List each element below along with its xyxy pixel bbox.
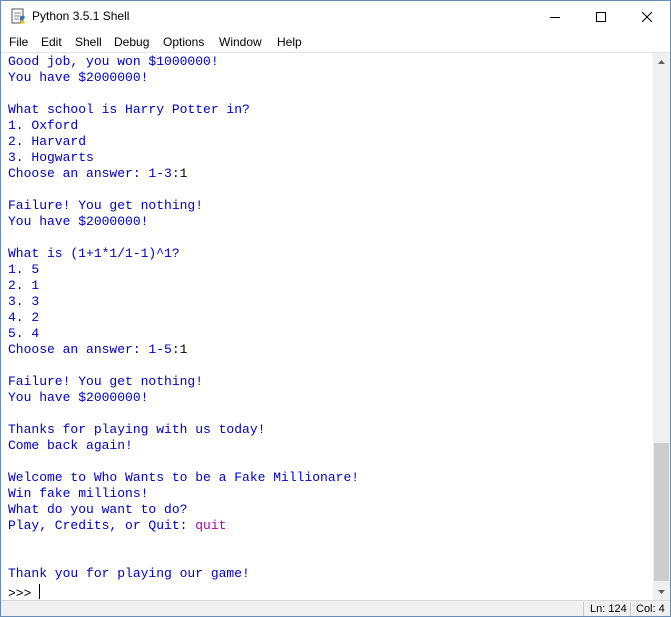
console-line: Come back again!	[8, 438, 133, 454]
console-line: Failure! You get nothing!	[8, 374, 203, 390]
console-line: 3. Hogwarts	[8, 150, 94, 166]
output-text: You have $2000000!	[8, 70, 149, 85]
user-input-text: 1	[179, 342, 188, 357]
output-text: 3. Hogwarts	[8, 150, 94, 165]
maximize-button[interactable]	[578, 1, 624, 32]
output-text: 2. Harvard	[8, 134, 87, 149]
scroll-up-button[interactable]	[653, 53, 670, 70]
console-line: What is (1+1*1/1-1)^1?	[8, 246, 180, 262]
status-bar: Ln: 124 Col: 4	[1, 600, 670, 616]
maximize-icon	[596, 11, 606, 22]
menu-file[interactable]: File	[9, 34, 28, 50]
console-line: You have $2000000!	[8, 390, 148, 406]
status-divider	[583, 602, 584, 616]
menu-window[interactable]: Window	[219, 34, 262, 50]
minimize-button[interactable]	[532, 1, 578, 32]
shell-prompt: >>>	[8, 586, 40, 600]
console-line: 2. 1	[8, 278, 39, 294]
output-text: 5. 4	[8, 326, 40, 341]
output-text: What do you want to do?	[8, 502, 188, 517]
prompt-line[interactable]: >>>	[8, 582, 41, 600]
menu-shell[interactable]: Shell	[75, 34, 102, 50]
output-text: 1. 5	[8, 262, 40, 277]
close-icon	[642, 11, 652, 22]
console-line: Play, Credits, or Quit: quit	[8, 518, 226, 534]
menu-help[interactable]: Help	[277, 34, 302, 50]
output-text: Thank you for playing our game!	[8, 566, 250, 581]
text-cursor	[39, 584, 41, 599]
output-text: Good job, you won $1000000!	[8, 54, 219, 69]
scroll-down-button[interactable]	[653, 583, 670, 600]
idle-shell-window: Python 3.5.1 Shell File Edit Shell Debug…	[0, 0, 671, 617]
output-text: What school is Harry Potter in?	[8, 102, 250, 117]
menu-options[interactable]: Options	[163, 34, 204, 50]
user-input-text: 1	[179, 166, 188, 181]
console-line: Choose an answer: 1-3:1	[8, 166, 187, 182]
console-line: 2. Harvard	[8, 134, 86, 150]
output-text: Choose an answer: 1-3:	[8, 166, 180, 181]
menu-bar: File Edit Shell Debug Options Window Hel…	[1, 32, 670, 52]
console-line: 1. Oxford	[8, 118, 78, 134]
output-text: Failure! You get nothing!	[8, 374, 204, 389]
console-line: What school is Harry Potter in?	[8, 102, 250, 118]
output-text: 1. Oxford	[8, 118, 79, 133]
close-button[interactable]	[624, 1, 670, 32]
output-text: Failure! You get nothing!	[8, 198, 204, 213]
output-text: Welcome to Who Wants to be a Fake Millio…	[8, 470, 360, 485]
console-line: What do you want to do?	[8, 502, 187, 518]
output-text: 2. 1	[8, 278, 40, 293]
chevron-down-icon	[658, 589, 665, 594]
console-line: You have $2000000!	[8, 70, 148, 86]
status-column-number: Col: 4	[636, 603, 665, 615]
scrollbar-thumb[interactable]	[654, 443, 669, 581]
output-text: Play, Credits, or Quit:	[8, 518, 196, 533]
menu-edit[interactable]: Edit	[41, 34, 62, 50]
minimize-icon	[550, 16, 560, 18]
console-line: 1. 5	[8, 262, 39, 278]
console-line: Win fake millions!	[8, 486, 148, 502]
console-line: Choose an answer: 1-5:1	[8, 342, 187, 358]
menu-debug[interactable]: Debug	[114, 34, 149, 50]
output-text: You have $2000000!	[8, 390, 149, 405]
console-line: Good job, you won $1000000!	[8, 54, 219, 70]
console-line: Thanks for playing with us today!	[8, 422, 265, 438]
user-input-text: quit	[195, 518, 227, 533]
output-text: Come back again!	[8, 438, 133, 453]
output-text: Win fake millions!	[8, 486, 149, 501]
console-line: Failure! You get nothing!	[8, 198, 203, 214]
python-idle-icon	[11, 8, 27, 25]
window-title: Python 3.5.1 Shell	[32, 9, 130, 23]
console-line: 5. 4	[8, 326, 39, 342]
shell-text-area[interactable]: Good job, you won $1000000! You have $200…	[1, 53, 653, 600]
console-line: Thank you for playing our game!	[8, 566, 250, 582]
title-bar[interactable]: Python 3.5.1 Shell	[1, 1, 670, 32]
console-line: 4. 2	[8, 310, 39, 326]
vertical-scrollbar[interactable]	[653, 53, 670, 600]
output-text: Thanks for playing with us today!	[8, 422, 266, 437]
output-text: 4. 2	[8, 310, 40, 325]
console-line: You have $2000000!	[8, 214, 148, 230]
output-text: What is (1+1*1/1-1)^1?	[8, 246, 180, 261]
console-line: 3. 3	[8, 294, 39, 310]
status-line-number: Ln: 124	[590, 603, 627, 615]
chevron-up-icon	[658, 59, 665, 64]
output-text: 3. 3	[8, 294, 40, 309]
console-line: Welcome to Who Wants to be a Fake Millio…	[8, 470, 359, 486]
output-text: Choose an answer: 1-5:	[8, 342, 180, 357]
output-text: You have $2000000!	[8, 214, 149, 229]
status-divider	[630, 602, 631, 616]
